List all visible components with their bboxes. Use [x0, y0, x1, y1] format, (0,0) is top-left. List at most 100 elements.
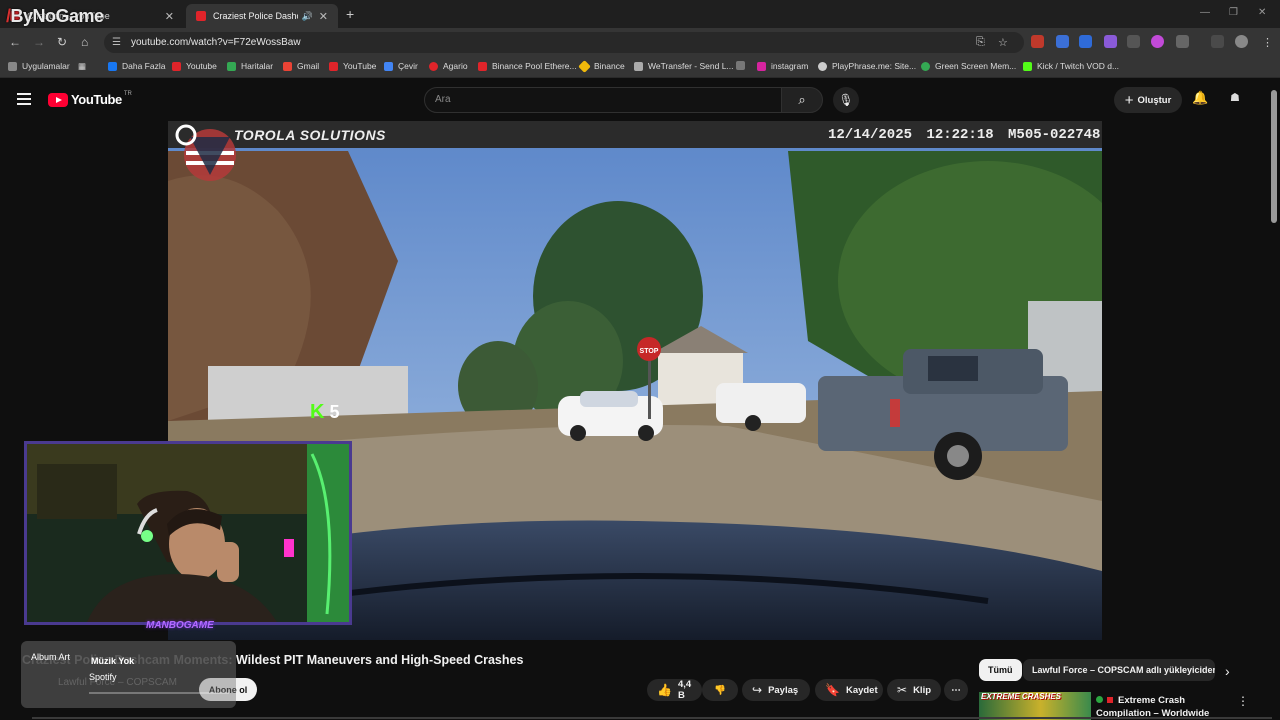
kick-counter: K 5 — [310, 401, 339, 424]
youtube-favicon-icon — [196, 11, 206, 21]
more-vertical-icon[interactable]: ⋮ — [1237, 694, 1249, 708]
bookmark-item[interactable]: Kick / Twitch VOD d... — [1023, 61, 1119, 71]
webcam-name-tag: MANBOGAME — [146, 620, 214, 631]
bookmark-item[interactable]: Binance Pool Ethere... — [478, 61, 577, 71]
video-title-text: Wildest PIT Maneuvers and High-Speed Cra… — [235, 653, 524, 667]
extension-translate-icon[interactable] — [1056, 35, 1069, 48]
facebook-icon — [108, 61, 117, 71]
account-avatar[interactable]: ☗ — [1230, 91, 1248, 109]
extension-wave-icon[interactable] — [1079, 35, 1092, 48]
reading-list-icon[interactable] — [1211, 35, 1224, 48]
extension-grid-icon[interactable] — [1127, 35, 1140, 48]
bookmark-item[interactable]: PlayPhrase.me: Site... — [818, 61, 916, 71]
apps-grid-icon — [8, 61, 17, 71]
document-icon — [736, 61, 745, 70]
maximize-icon[interactable]: ❐ — [1229, 7, 1238, 18]
svg-text:STOP: STOP — [640, 348, 659, 355]
close-tab-icon[interactable]: ✕ — [319, 10, 328, 23]
url-text: youtube.com/watch?v=F72eWossBaw — [130, 37, 301, 48]
tab-dashcam[interactable]: Craziest Police Dashcam Mo 🔊 ✕ — [186, 4, 338, 28]
window-close-icon[interactable]: ✕ — [1258, 7, 1266, 18]
chevron-right-icon[interactable]: › — [1225, 663, 1230, 679]
create-label: Oluştur — [1137, 94, 1172, 106]
bookmark-label: Youtube — [186, 61, 217, 71]
bookmark-item[interactable]: Green Screen Mem... — [921, 61, 1016, 71]
bookmark-label: Gmail — [297, 61, 320, 71]
more-actions-button[interactable]: ⋯ — [944, 679, 968, 701]
scissors-icon: ✂ — [897, 683, 908, 697]
home-icon[interactable]: ⌂ — [81, 35, 88, 49]
bookmark-item[interactable]: Agario — [429, 61, 468, 71]
profile-avatar-icon[interactable] — [1235, 35, 1248, 48]
chip-from-uploader[interactable]: Lawful Force – COPSCAM adlı yükleyiciden — [1023, 659, 1215, 681]
new-tab-icon[interactable]: + — [346, 6, 354, 22]
bookmark-item[interactable]: YouTube — [329, 61, 376, 71]
bookmark-label: Haritalar — [241, 61, 274, 71]
agario-icon — [429, 61, 438, 71]
bookmark-item[interactable]: Çevir — [384, 61, 418, 71]
speaker-icon[interactable]: 🔊 — [302, 11, 313, 22]
channel-badge-icon — [1107, 697, 1113, 703]
microphone-icon: 🎙 — [838, 93, 854, 107]
bookmark-item[interactable]: Youtube — [172, 61, 217, 71]
minimize-icon[interactable]: — — [1200, 7, 1210, 18]
menu-kebab-icon[interactable]: ⋮ — [1262, 36, 1273, 49]
extensions-puzzle-icon[interactable] — [1176, 35, 1189, 48]
bookmark-item[interactable]: WeTransfer - Send L... — [634, 61, 734, 71]
tab-grid-icon[interactable]: ▦ — [78, 61, 86, 72]
extension-profile-icon[interactable] — [1151, 35, 1164, 48]
bookmark-label: Green Screen Mem... — [935, 61, 1017, 71]
bookmark-item[interactable]: Daha Fazla — [108, 61, 165, 71]
youtube-icon — [478, 61, 487, 71]
extension-pen-icon[interactable] — [1104, 35, 1117, 48]
hamburger-menu-icon[interactable] — [17, 93, 31, 105]
save-button[interactable]: 🔖 Kaydet — [815, 679, 883, 701]
site-info-icon[interactable]: ☰ — [112, 37, 121, 48]
live-dot-icon — [1096, 696, 1103, 703]
youtube-icon — [172, 61, 181, 71]
search-input[interactable]: Ara — [424, 87, 782, 113]
share-button[interactable]: ↪ Paylaş — [742, 679, 810, 701]
save-label: Kaydet — [845, 684, 878, 696]
song-title: Müzik Yok — [91, 656, 135, 666]
notifications-bell-icon[interactable]: 🔔 — [1192, 90, 1208, 106]
binance-icon — [578, 59, 591, 73]
translate-icon — [384, 61, 393, 71]
bookmark-item[interactable]: Haritalar — [227, 61, 273, 71]
voice-search-button[interactable]: 🎙 — [833, 87, 859, 113]
youtube-logo[interactable]: YouTube TR — [48, 90, 132, 107]
bookmark-item[interactable]: instagram — [757, 61, 808, 71]
instagram-icon — [757, 61, 766, 71]
bookmark-item[interactable]: Gmail — [283, 61, 319, 71]
like-button[interactable]: 👍 4,4 B — [647, 679, 702, 701]
create-button[interactable]: + Oluştur — [1114, 87, 1182, 113]
youtube-header: YouTube TR Ara ⌕ 🎙 + Oluştur 🔔 ☗ — [0, 80, 1280, 120]
dislike-button[interactable]: 👎 — [702, 679, 738, 701]
song-source: Spotify — [89, 672, 117, 682]
url-field[interactable]: ☰ youtube.com/watch?v=F72eWossBaw — [104, 32, 1024, 53]
kick-count: 5 — [329, 402, 340, 422]
dashcam-timestamp: 12/14/2025 12:22:18 M505-022748 — [828, 127, 1101, 143]
chip-all[interactable]: Tümü — [979, 659, 1022, 681]
reload-icon[interactable]: ↻ — [57, 35, 67, 49]
bookmark-item[interactable]: Uygulamalar — [8, 61, 70, 71]
playphrase-icon — [818, 61, 827, 71]
wetransfer-icon — [634, 61, 643, 71]
spotify-now-playing-widget: Album Art Müzik Yok Spotify — [21, 641, 236, 708]
forward-icon[interactable]: → — [33, 35, 45, 49]
install-icon[interactable]: ⎘ — [976, 36, 985, 49]
page-scrollbar[interactable] — [1271, 90, 1277, 223]
close-tab-icon[interactable]: ✕ — [165, 10, 174, 23]
extension-new-icon[interactable] — [1031, 35, 1044, 48]
search-button[interactable]: ⌕ — [781, 87, 823, 113]
clip-button[interactable]: ✂ Klip — [887, 679, 941, 701]
bookmark-star-icon[interactable]: ☆ — [998, 36, 1008, 49]
bookmark-save-icon: 🔖 — [825, 683, 840, 697]
recommendation-thumbnail[interactable]: EXTREME CRASHES — [979, 692, 1091, 720]
share-label: Paylaş — [768, 684, 799, 696]
bookmark-item[interactable]: Binance — [578, 59, 625, 73]
country-code: TR — [123, 90, 132, 97]
back-icon[interactable]: ← — [9, 35, 21, 49]
bookmark-item[interactable] — [736, 61, 750, 70]
bookmark-label: Uygulamalar — [22, 61, 70, 71]
